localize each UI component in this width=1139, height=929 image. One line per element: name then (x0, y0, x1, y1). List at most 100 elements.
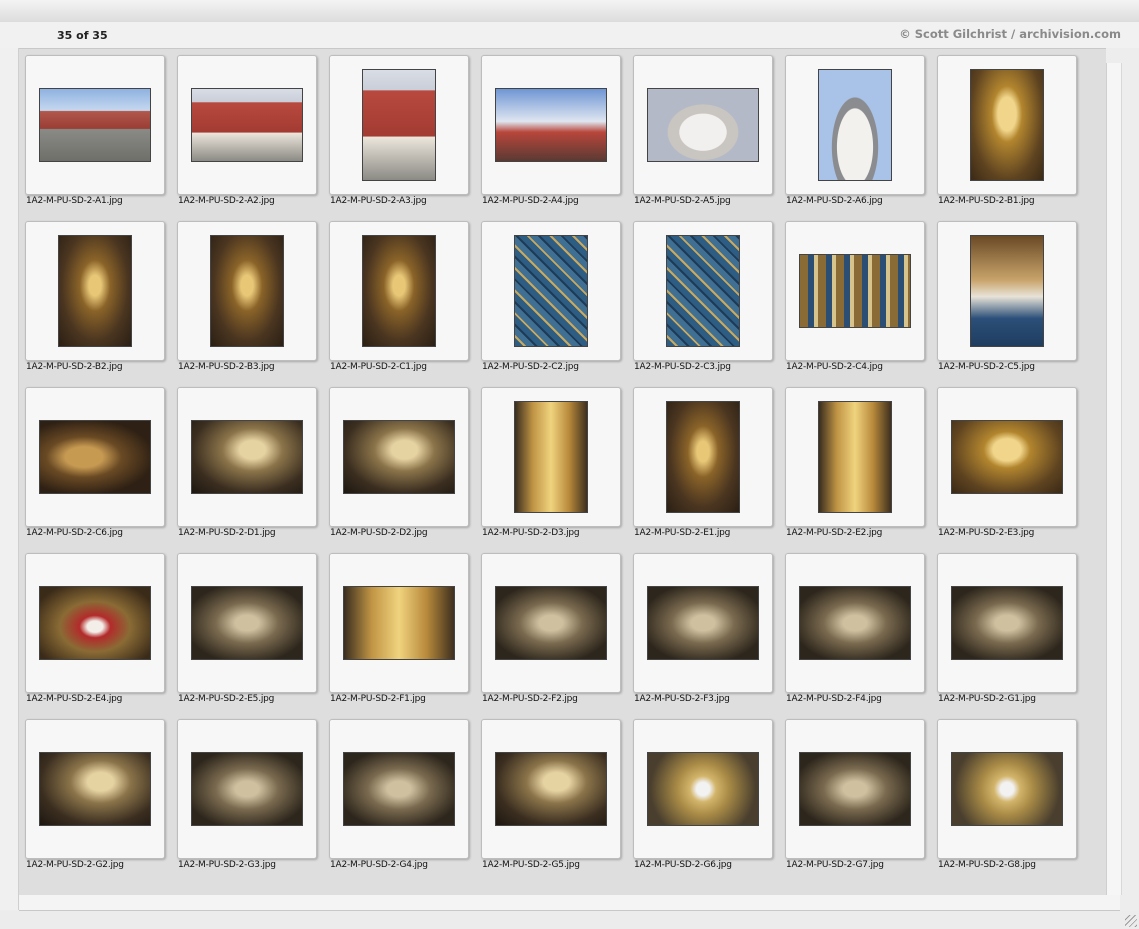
thumbnail-mount[interactable] (25, 221, 165, 361)
thumbnail-image[interactable] (495, 88, 607, 162)
thumbnail-item[interactable]: 1A2-M-PU-SD-2-C2.jpg (475, 215, 627, 381)
thumbnail-image[interactable] (39, 586, 151, 660)
thumbnail-image[interactable] (514, 235, 588, 347)
thumbnail-item[interactable]: 1A2-M-PU-SD-2-A4.jpg (475, 49, 627, 215)
thumbnail-mount[interactable] (177, 55, 317, 195)
thumbnail-image[interactable] (647, 586, 759, 660)
thumbnail-item[interactable]: 1A2-M-PU-SD-2-D2.jpg (323, 381, 475, 547)
thumbnail-image[interactable] (951, 752, 1063, 826)
thumbnail-mount[interactable] (481, 387, 621, 527)
thumbnail-image[interactable] (191, 88, 303, 162)
thumbnail-image[interactable] (343, 752, 455, 826)
thumbnail-mount[interactable] (25, 719, 165, 859)
thumbnail-mount[interactable] (785, 221, 925, 361)
thumbnail-mount[interactable] (785, 55, 925, 195)
thumbnail-image[interactable] (647, 88, 759, 162)
thumbnail-mount[interactable] (785, 553, 925, 693)
thumbnail-item[interactable]: 1A2-M-PU-SD-2-D1.jpg (171, 381, 323, 547)
thumbnail-image[interactable] (39, 752, 151, 826)
thumbnail-image[interactable] (343, 586, 455, 660)
thumbnail-image[interactable] (514, 401, 588, 513)
thumbnail-item[interactable]: 1A2-M-PU-SD-2-G5.jpg (475, 713, 627, 879)
thumbnail-mount[interactable] (937, 55, 1077, 195)
thumbnail-image[interactable] (647, 752, 759, 826)
thumbnail-item[interactable]: 1A2-M-PU-SD-2-C5.jpg (931, 215, 1083, 381)
thumbnail-image[interactable] (58, 235, 132, 347)
thumbnail-mount[interactable] (481, 55, 621, 195)
thumbnail-item[interactable]: 1A2-M-PU-SD-2-G3.jpg (171, 713, 323, 879)
horizontal-scrollbar[interactable] (19, 895, 1120, 911)
thumbnail-item[interactable]: 1A2-M-PU-SD-2-E5.jpg (171, 547, 323, 713)
thumbnail-item[interactable]: 1A2-M-PU-SD-2-G6.jpg (627, 713, 779, 879)
thumbnail-mount[interactable] (937, 719, 1077, 859)
thumbnail-mount[interactable] (481, 553, 621, 693)
thumbnail-item[interactable]: 1A2-M-PU-SD-2-C1.jpg (323, 215, 475, 381)
thumbnail-item[interactable]: 1A2-M-PU-SD-2-E2.jpg (779, 381, 931, 547)
thumbnail-item[interactable]: 1A2-M-PU-SD-2-B2.jpg (19, 215, 171, 381)
thumbnail-image[interactable] (191, 586, 303, 660)
thumbnail-mount[interactable] (25, 553, 165, 693)
thumbnail-mount[interactable] (633, 553, 773, 693)
thumbnail-item[interactable]: 1A2-M-PU-SD-2-D3.jpg (475, 381, 627, 547)
thumbnail-item[interactable]: 1A2-M-PU-SD-2-G1.jpg (931, 547, 1083, 713)
thumbnail-mount[interactable] (177, 553, 317, 693)
thumbnail-image[interactable] (666, 401, 740, 513)
thumbnail-image[interactable] (818, 401, 892, 513)
thumbnail-item[interactable]: 1A2-M-PU-SD-2-A5.jpg (627, 49, 779, 215)
thumbnail-item[interactable]: 1A2-M-PU-SD-2-G2.jpg (19, 713, 171, 879)
thumbnail-mount[interactable] (329, 719, 469, 859)
thumbnail-mount[interactable] (177, 221, 317, 361)
thumbnail-mount[interactable] (329, 55, 469, 195)
thumbnail-item[interactable]: 1A2-M-PU-SD-2-B1.jpg (931, 49, 1083, 215)
thumbnail-mount[interactable] (177, 387, 317, 527)
thumbnail-image[interactable] (362, 235, 436, 347)
thumbnail-item[interactable]: 1A2-M-PU-SD-2-F3.jpg (627, 547, 779, 713)
thumbnail-mount[interactable] (25, 55, 165, 195)
thumbnail-mount[interactable] (937, 387, 1077, 527)
thumbnail-mount[interactable] (633, 221, 773, 361)
thumbnail-image[interactable] (970, 69, 1044, 181)
thumbnail-mount[interactable] (329, 553, 469, 693)
thumbnail-item[interactable]: 1A2-M-PU-SD-2-F4.jpg (779, 547, 931, 713)
thumbnail-mount[interactable] (25, 387, 165, 527)
thumbnail-item[interactable]: 1A2-M-PU-SD-2-E3.jpg (931, 381, 1083, 547)
vertical-scrollbar[interactable] (1106, 63, 1122, 895)
thumbnail-image[interactable] (39, 420, 151, 494)
resize-grip-icon[interactable] (1125, 915, 1137, 927)
thumbnail-mount[interactable] (177, 719, 317, 859)
thumbnail-item[interactable]: 1A2-M-PU-SD-2-C6.jpg (19, 381, 171, 547)
thumbnail-image[interactable] (951, 586, 1063, 660)
thumbnail-item[interactable]: 1A2-M-PU-SD-2-E1.jpg (627, 381, 779, 547)
thumbnail-image[interactable] (799, 752, 911, 826)
thumbnail-image[interactable] (39, 88, 151, 162)
thumbnail-item[interactable]: 1A2-M-PU-SD-2-C3.jpg (627, 215, 779, 381)
thumbnail-image[interactable] (818, 69, 892, 181)
thumbnail-mount[interactable] (481, 719, 621, 859)
thumbnail-item[interactable]: 1A2-M-PU-SD-2-B3.jpg (171, 215, 323, 381)
thumbnail-item[interactable]: 1A2-M-PU-SD-2-F1.jpg (323, 547, 475, 713)
thumbnail-image[interactable] (362, 69, 436, 181)
thumbnail-image[interactable] (495, 752, 607, 826)
thumbnail-item[interactable]: 1A2-M-PU-SD-2-F2.jpg (475, 547, 627, 713)
thumbnail-item[interactable]: 1A2-M-PU-SD-2-G7.jpg (779, 713, 931, 879)
thumbnail-item[interactable]: 1A2-M-PU-SD-2-A1.jpg (19, 49, 171, 215)
thumbnail-item[interactable]: 1A2-M-PU-SD-2-A2.jpg (171, 49, 323, 215)
thumbnail-mount[interactable] (481, 221, 621, 361)
thumbnail-image[interactable] (495, 586, 607, 660)
thumbnail-mount[interactable] (937, 553, 1077, 693)
thumbnail-mount[interactable] (329, 387, 469, 527)
thumbnail-item[interactable]: 1A2-M-PU-SD-2-E4.jpg (19, 547, 171, 713)
thumbnail-mount[interactable] (785, 387, 925, 527)
thumbnail-item[interactable]: 1A2-M-PU-SD-2-G4.jpg (323, 713, 475, 879)
thumbnail-image[interactable] (210, 235, 284, 347)
thumbnail-mount[interactable] (633, 55, 773, 195)
thumbnail-mount[interactable] (937, 221, 1077, 361)
thumbnail-image[interactable] (970, 235, 1044, 347)
thumbnail-item[interactable]: 1A2-M-PU-SD-2-A6.jpg (779, 49, 931, 215)
thumbnail-mount[interactable] (633, 387, 773, 527)
thumbnail-image[interactable] (799, 586, 911, 660)
thumbnail-image[interactable] (343, 420, 455, 494)
thumbnail-item[interactable]: 1A2-M-PU-SD-2-G8.jpg (931, 713, 1083, 879)
thumbnail-mount[interactable] (785, 719, 925, 859)
thumbnail-item[interactable]: 1A2-M-PU-SD-2-C4.jpg (779, 215, 931, 381)
